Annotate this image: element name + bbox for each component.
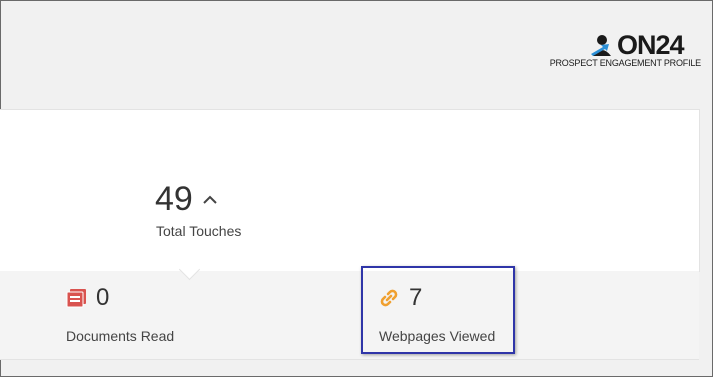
logo-subtitle: PROSPECT ENGAGEMENT PROFILE bbox=[549, 58, 702, 68]
total-touches-value: 49 bbox=[155, 180, 193, 218]
on24-logo: ON24 PROSPECT ENGAGEMENT PROFILE bbox=[533, 30, 702, 74]
highlight-box bbox=[361, 266, 515, 354]
logo-person-icon bbox=[591, 35, 611, 56]
total-touches-label: Total Touches bbox=[156, 223, 242, 239]
document-icon bbox=[66, 289, 86, 308]
documents-read-value: 0 bbox=[96, 284, 110, 311]
documents-read-label: Documents Read bbox=[66, 328, 175, 344]
logo-wordmark: ON24 bbox=[617, 30, 685, 60]
summary-card bbox=[0, 109, 700, 272]
chevron-up-icon[interactable] bbox=[202, 193, 218, 205]
